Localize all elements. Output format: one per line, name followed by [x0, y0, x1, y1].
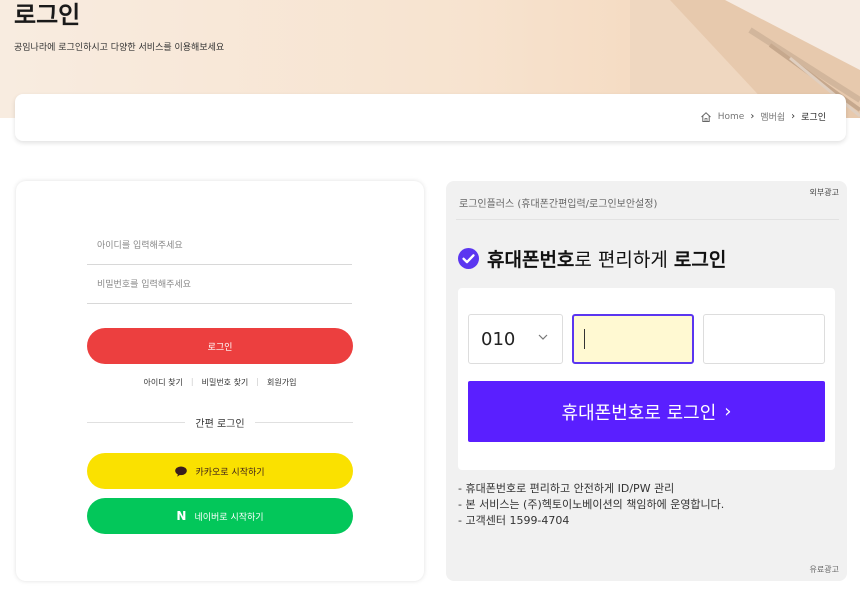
link-divider: | — [256, 377, 259, 386]
note-line: - 고객센터 1599-4704 — [458, 514, 570, 527]
find-id-link[interactable]: 아이디 찾기 — [144, 377, 183, 388]
breadcrumb-current: 로그인 — [801, 113, 826, 123]
prefix-value: 010 — [481, 328, 516, 350]
note-line: - 본 서비스는 (주)헥토이노베이션의 책임하에 운영합니다. — [458, 498, 725, 511]
text-cursor — [584, 329, 585, 349]
login-button[interactable]: 로그인 — [87, 328, 353, 364]
naver-logo-icon: N — [176, 509, 187, 523]
kakao-button-label: 카카오로 시작하기 — [195, 467, 265, 478]
account-links: 아이디 찾기 | 비밀번호 찾기 | 회원가입 — [87, 377, 353, 388]
naver-button-label: 네이버로 시작하기 — [194, 512, 264, 523]
chevron-right-icon: › — [724, 401, 732, 422]
breadcrumb-home[interactable]: Home — [718, 112, 745, 122]
ad-label: 외부광고 — [809, 188, 839, 197]
breadcrumb-membership[interactable]: 멤버쉽 — [760, 110, 785, 123]
id-input[interactable] — [87, 227, 352, 265]
simple-login-divider: 간편 로그인 — [87, 415, 353, 430]
naver-login-button[interactable]: N 네이버로 시작하기 — [87, 498, 353, 534]
link-divider: | — [190, 377, 194, 386]
home-icon[interactable] — [700, 111, 712, 123]
phone-login-button[interactable]: 휴대폰번호로 로그인 › — [468, 381, 825, 442]
phone-prefix-select[interactable]: 010 — [468, 314, 563, 364]
kakao-login-button[interactable]: 카카오로 시작하기 — [87, 453, 353, 489]
signup-link[interactable]: 회원가입 — [267, 377, 296, 388]
breadcrumb-separator: › — [750, 111, 755, 122]
headline-bold: 휴대폰번호 — [487, 249, 575, 271]
headline-end: 로그인 — [673, 249, 727, 271]
breadcrumb-bar: Home › 멤버쉽 › 로그인 — [15, 94, 846, 141]
page-subtitle: 공임나라에 로그인하시고 다양한 서비스를 이용해보세요 — [14, 43, 225, 53]
phone-login-panel: 로그인플러스 (휴대폰간편입력/로그인보안설정) 외부광고 휴대폰번호로 편리하… — [446, 181, 847, 581]
panel-divider — [456, 219, 839, 220]
phone-middle-input[interactable] — [572, 314, 694, 364]
paid-ad-label: 유료광고 — [809, 565, 839, 574]
divider-line — [254, 422, 353, 423]
chevron-down-icon — [538, 334, 548, 340]
headline-mid: 로 편리하게 — [574, 249, 674, 271]
check-circle-icon — [458, 248, 479, 269]
phone-login-headline: 휴대폰번호로 편리하게 로그인 — [458, 245, 726, 272]
service-notes: - 휴대폰번호로 편리하고 안전하게 ID/PW 관리 - 본 서비스는 (주)… — [458, 481, 724, 529]
breadcrumb-separator: › — [791, 111, 796, 122]
panel-title: 로그인플러스 (휴대폰간편입력/로그인보안설정) — [459, 199, 658, 210]
login-card: 로그인 아이디 찾기 | 비밀번호 찾기 | 회원가입 간편 로그인 카카오로 … — [16, 181, 424, 581]
simple-login-label: 간편 로그인 — [195, 419, 245, 430]
page-title: 로그인 — [14, 1, 81, 29]
breadcrumb: Home › 멤버쉽 › 로그인 — [700, 110, 826, 123]
divider-line — [87, 422, 186, 423]
password-input[interactable] — [87, 266, 352, 304]
find-password-link[interactable]: 비밀번호 찾기 — [202, 377, 249, 388]
note-line: - 휴대폰번호로 편리하고 안전하게 ID/PW 관리 — [458, 482, 675, 495]
headline-text: 휴대폰번호로 편리하게 로그인 — [487, 245, 726, 272]
speech-bubble-icon — [175, 466, 188, 477]
phone-login-label: 휴대폰번호로 로그인 — [561, 402, 717, 424]
phone-last-input[interactable] — [703, 314, 825, 364]
phone-form: 010 휴대폰번호로 로그인 › — [458, 288, 835, 470]
